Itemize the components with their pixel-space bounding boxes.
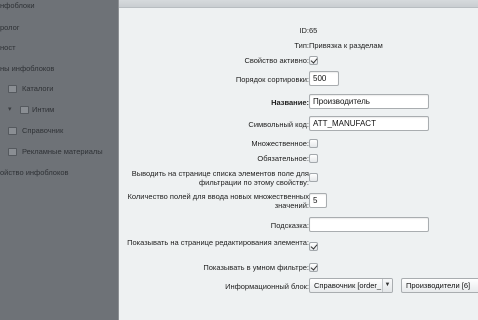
sidebar-item-catalog[interactable]: ролог	[0, 22, 20, 34]
folder-icon	[8, 85, 17, 93]
iblock-type-select-value: Справочник [order_	[314, 281, 382, 290]
required-checkbox[interactable]	[309, 154, 318, 163]
show-edit-label: Показывать на странице редактирования эл…	[127, 238, 309, 247]
iblock-label: Информационный блок:	[225, 282, 309, 291]
folder-icon	[8, 148, 17, 156]
id-label: ID:	[299, 26, 309, 35]
sidebar-item-iblock-types[interactable]: ны инфоблоков	[0, 63, 54, 75]
count-label: Количество полей для ввода новых множест…	[127, 192, 309, 210]
folder-icon	[8, 127, 17, 135]
multiple-label: Множественное:	[251, 139, 309, 148]
code-label: Символьный код:	[248, 120, 309, 129]
id-value: 65	[309, 26, 318, 35]
type-label: Тип:	[294, 41, 309, 50]
sidebar-item-label: ност	[0, 43, 16, 52]
chevron-down-icon: ▼	[382, 279, 392, 292]
iblock-type-select[interactable]: Справочник [order_ ▼	[309, 278, 393, 293]
filter-label: Выводить на странице списка элементов по…	[131, 169, 309, 187]
active-label: Свойство активно:	[244, 56, 309, 65]
chevron-down-icon[interactable]: ▾	[8, 104, 12, 116]
sidebar-item-label: Справочник	[22, 126, 64, 135]
sidebar-item-label: ойство инфоблоков	[0, 168, 69, 177]
show-edit-checkbox[interactable]	[309, 242, 318, 251]
sidebar-item-label: ны инфоблоков	[0, 64, 55, 73]
smart-filter-checkbox[interactable]	[309, 263, 318, 272]
sidebar-item-label: Интим	[32, 105, 55, 114]
name-label: Название:	[271, 98, 309, 107]
sidebar-item-content[interactable]: ност	[0, 42, 16, 54]
sort-input[interactable]: 500	[309, 71, 339, 86]
sidebar-item-iblocks[interactable]: нфоблоки	[0, 0, 35, 12]
required-label: Обязательное:	[257, 154, 309, 163]
dialog-header-bar	[119, 0, 478, 8]
admin-sidebar: нфоблоки ролог ност ны инфоблоков Катало…	[0, 0, 120, 320]
folder-icon	[20, 106, 29, 114]
sidebar-item-label: нфоблоки	[0, 1, 35, 10]
filter-checkbox[interactable]	[309, 173, 318, 182]
sidebar-item-label: ролог	[0, 23, 20, 32]
code-input[interactable]: ATT_MANUFACT	[309, 116, 429, 131]
sort-label: Порядок сортировки:	[235, 75, 309, 84]
sidebar-item-iblock-properties[interactable]: ойство инфоблоков	[0, 167, 69, 179]
sidebar-item-label: Каталоги	[22, 84, 54, 93]
hint-input[interactable]	[309, 217, 429, 232]
smart-filter-label: Показывать в умном фильтре:	[203, 263, 309, 272]
hint-label: Подсказка:	[270, 221, 309, 230]
name-input[interactable]: Производитель	[309, 94, 429, 109]
iblock-select-value: Производители [6]	[406, 281, 471, 290]
sidebar-item-label: Рекламные материалы	[22, 147, 103, 156]
active-checkbox[interactable]	[309, 56, 318, 65]
property-edit-dialog: ID: 65 Тип: Привязка к разделам Свойство…	[118, 0, 478, 320]
count-input[interactable]: 5	[309, 193, 327, 208]
type-value: Привязка к разделам	[309, 41, 383, 50]
iblock-select[interactable]: Производители [6]	[401, 278, 478, 293]
multiple-checkbox[interactable]	[309, 139, 318, 148]
